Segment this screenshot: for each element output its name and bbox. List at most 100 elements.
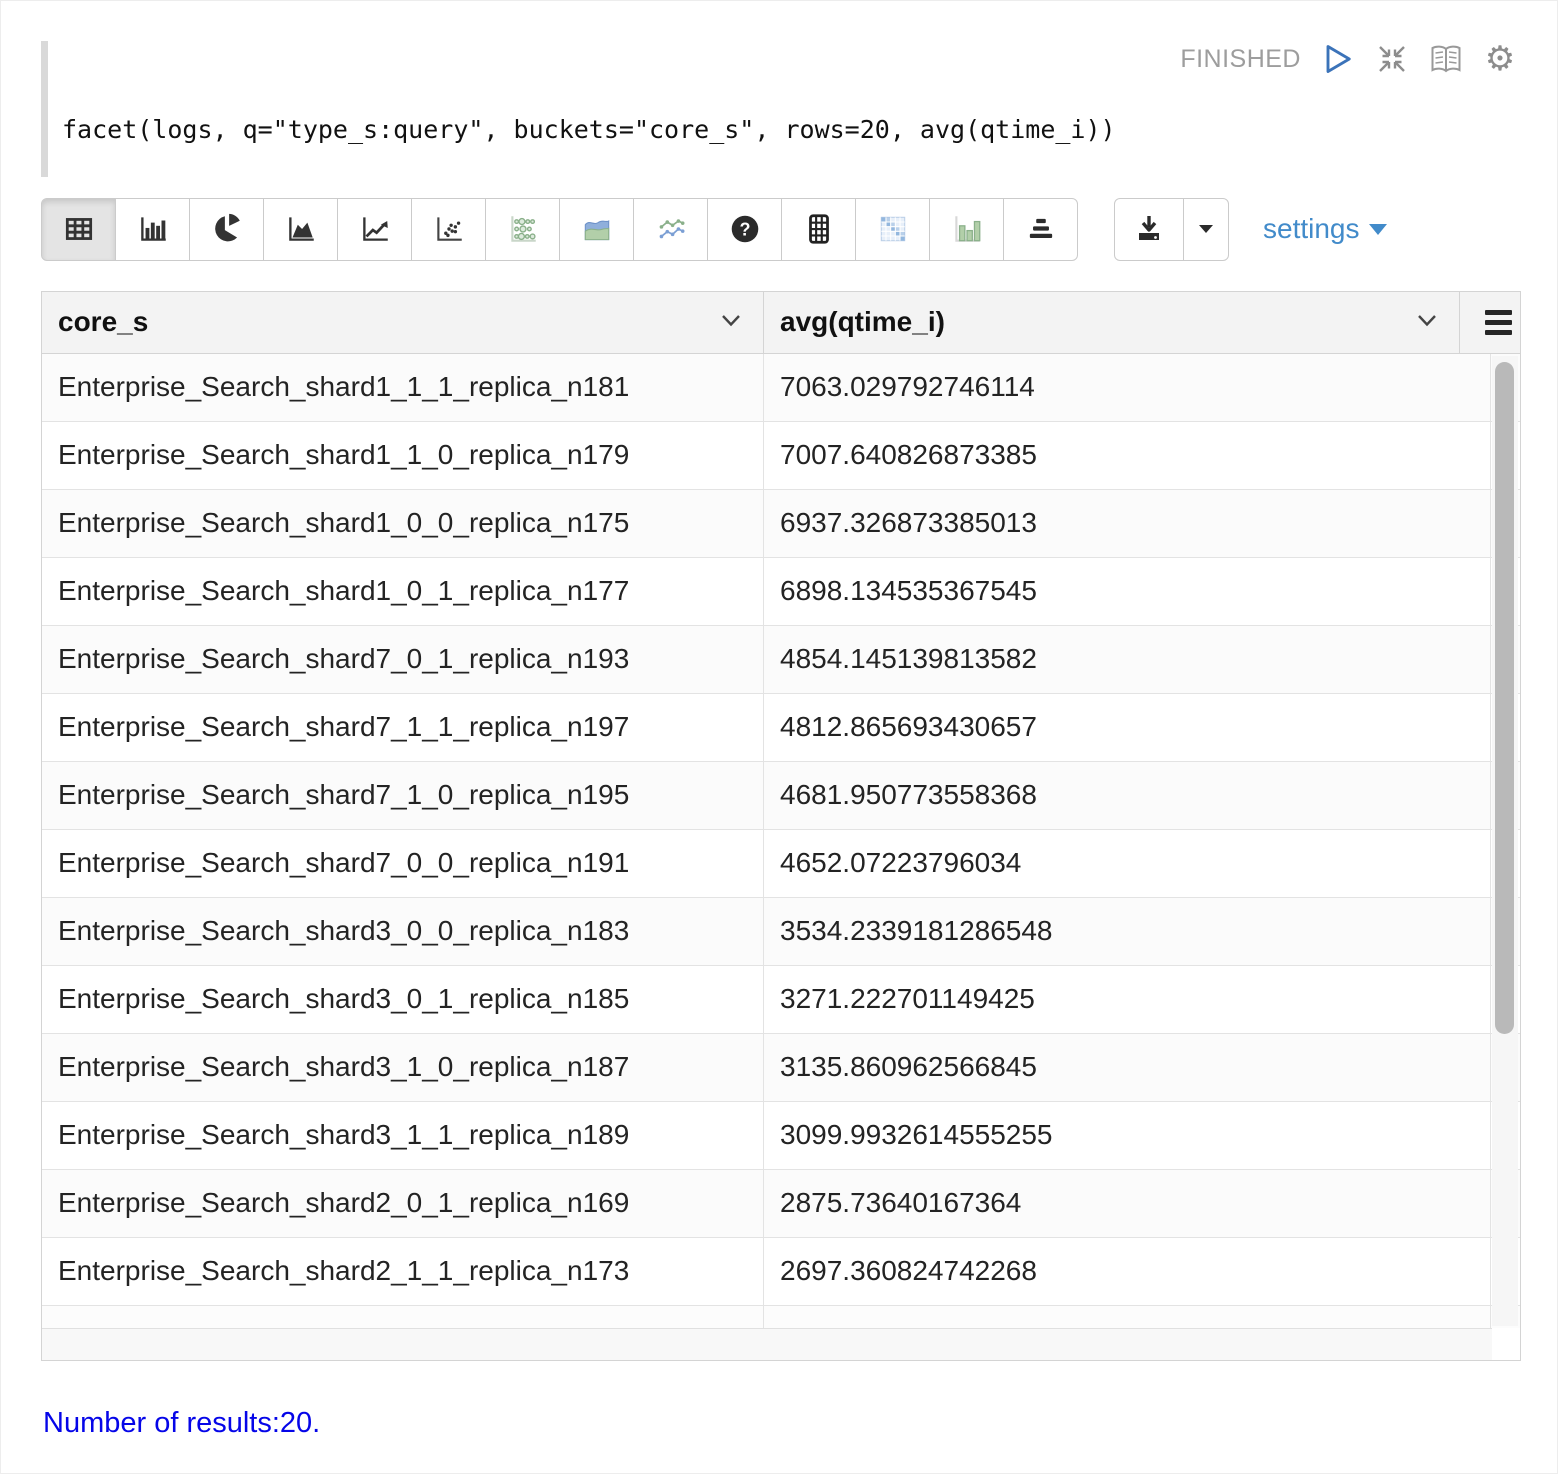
table-row: Enterprise_Search_shard7_1_1_replica_n19… <box>42 694 1520 762</box>
svg-text:?: ? <box>739 219 750 239</box>
table-icon <box>62 212 96 246</box>
cell-core-s: Enterprise_Search_shard1_1_1_replica_n18… <box>42 354 764 421</box>
column-header-core-s[interactable]: core_s <box>42 292 764 353</box>
area-chart-button[interactable] <box>263 198 338 261</box>
pie-chart-button[interactable] <box>189 198 264 261</box>
multi-line-chart-icon <box>654 212 688 246</box>
table-row: Enterprise_Search_shard1_1_1_replica_n18… <box>42 354 1520 422</box>
chart-type-group: ? <box>41 198 1078 261</box>
bar-chart-button[interactable] <box>115 198 190 261</box>
cell-avg-qtime: 6937.326873385013 <box>764 490 1491 557</box>
table-header-row: core_s avg(qtime_i) <box>42 292 1520 354</box>
table-row: Enterprise_Search_shard1_0_0_replica_n17… <box>42 490 1520 558</box>
stacked-area-chart-button[interactable] <box>559 198 634 261</box>
cell-core-s: Enterprise_Search_shard7_0_1_replica_n19… <box>42 626 764 693</box>
area-chart-icon <box>284 212 318 246</box>
cell-core-s: Enterprise_Search_shard3_1_0_replica_n18… <box>42 1034 764 1101</box>
chevron-down-icon[interactable] <box>721 314 741 327</box>
stacked-area-chart-icon <box>580 212 614 246</box>
result-count-text: Number of results:20. <box>43 1407 320 1440</box>
cell-avg-qtime: 7063.029792746114 <box>764 354 1491 421</box>
table-row: Enterprise_Search_shard3_0_1_replica_n18… <box>42 966 1520 1034</box>
caret-down-icon <box>1369 224 1387 235</box>
visualization-toolbar: ? <box>41 197 1387 261</box>
scatter-chart-button[interactable] <box>411 198 486 261</box>
column-label: avg(qtime_i) <box>780 306 945 337</box>
cell-avg-qtime: 4652.07223796034 <box>764 830 1491 897</box>
scatter-chart-icon <box>432 212 466 246</box>
cell-avg-qtime: 3534.2339181286548 <box>764 898 1491 965</box>
horizontal-scrollbar[interactable] <box>42 1328 1492 1360</box>
table-row: Enterprise_Search_shard3_0_0_replica_n18… <box>42 898 1520 966</box>
help-icon: ? <box>728 212 762 246</box>
vertical-scrollbar-thumb[interactable] <box>1495 362 1514 1034</box>
cell-avg-qtime: 7007.640826873385 <box>764 422 1491 489</box>
bubble-chart-button[interactable] <box>485 198 560 261</box>
cell-core-s: Enterprise_Search_shard2_0_1_replica_n16… <box>42 1170 764 1237</box>
cell-core-s: Enterprise_Search_shard7_1_0_replica_n19… <box>42 762 764 829</box>
line-chart-icon <box>358 212 392 246</box>
cell-core-s: Enterprise_Search_shard3_0_1_replica_n18… <box>42 966 764 1033</box>
cell-avg-qtime: 2875.73640167364 <box>764 1170 1491 1237</box>
horizontal-bars-icon <box>1024 212 1058 246</box>
cell-avg-qtime: 4854.145139813582 <box>764 626 1491 693</box>
vertical-scrollbar-track[interactable] <box>1492 356 1518 1326</box>
notebook-paragraph: FINISHED <box>0 0 1558 1474</box>
help-button[interactable]: ? <box>707 198 782 261</box>
chevron-down-icon[interactable] <box>1417 314 1437 327</box>
cell-core-s: Enterprise_Search_shard1_0_1_replica_n17… <box>42 558 764 625</box>
cell-core-s: Enterprise_Search_shard1_0_0_replica_n17… <box>42 490 764 557</box>
cell-core-s: Enterprise_Search_shard1_1_0_replica_n17… <box>42 422 764 489</box>
grid-menu-button[interactable] <box>1460 292 1520 353</box>
menu-icon <box>1485 310 1512 335</box>
table-row: Enterprise_Search_shard7_0_1_replica_n19… <box>42 626 1520 694</box>
cell-core-s: Enterprise_Search_shard3_0_0_replica_n18… <box>42 898 764 965</box>
scrollbar-corner <box>1492 1328 1520 1360</box>
cell-core-s: Enterprise_Search_shard2_1_1_replica_n17… <box>42 1238 764 1305</box>
results-table: core_s avg(qtime_i) Enterprise_Search_sh… <box>41 291 1521 1361</box>
multi-line-chart-button[interactable] <box>633 198 708 261</box>
table-row: Enterprise_Search_shard3_1_1_replica_n18… <box>42 1102 1520 1170</box>
heatmap-icon <box>876 212 910 246</box>
cell-avg-qtime: 4812.865693430657 <box>764 694 1491 761</box>
cell-core-s: Enterprise_Search_shard7_1_1_replica_n19… <box>42 694 764 761</box>
download-options-button[interactable] <box>1183 198 1229 261</box>
table-row: Enterprise_Search_shard7_1_0_replica_n19… <box>42 762 1520 830</box>
cell-avg-qtime: 3099.9932614555255 <box>764 1102 1491 1169</box>
pie-chart-icon <box>210 212 244 246</box>
bar-chart-icon <box>136 212 170 246</box>
editor-gutter <box>41 41 48 177</box>
code-editor[interactable]: facet(logs, q="type_s:query", buckets="c… <box>41 41 1517 177</box>
table-row: Enterprise_Search_shard7_0_0_replica_n19… <box>42 830 1520 898</box>
table-row: Enterprise_Search_shard1_1_0_replica_n17… <box>42 422 1520 490</box>
column-header-avg-qtime[interactable]: avg(qtime_i) <box>764 292 1460 353</box>
table-row: Enterprise_Search_shard2_1_1_replica_n17… <box>42 1238 1520 1306</box>
cell-avg-qtime: 2697.360824742268 <box>764 1238 1491 1305</box>
horizontal-bar-chart-button[interactable] <box>1003 198 1078 261</box>
cell-core-s: Enterprise_Search_shard3_1_1_replica_n18… <box>42 1102 764 1169</box>
grouped-bar-chart-button[interactable] <box>929 198 1004 261</box>
download-icon <box>1133 213 1165 245</box>
cell-avg-qtime: 6898.134535367545 <box>764 558 1491 625</box>
grid-table-icon <box>802 212 836 246</box>
table-body: Enterprise_Search_shard1_1_1_replica_n18… <box>42 354 1520 1306</box>
table-row-partial <box>42 1306 1520 1328</box>
settings-toggle[interactable]: settings <box>1263 213 1387 245</box>
table-row: Enterprise_Search_shard2_0_1_replica_n16… <box>42 1170 1520 1238</box>
download-button[interactable] <box>1114 198 1184 261</box>
table-row: Enterprise_Search_shard3_1_0_replica_n18… <box>42 1034 1520 1102</box>
code-line[interactable]: facet(logs, q="type_s:query", buckets="c… <box>62 115 1116 144</box>
cell-core-s: Enterprise_Search_shard7_0_0_replica_n19… <box>42 830 764 897</box>
table-view-button[interactable] <box>41 198 116 261</box>
table-row: Enterprise_Search_shard1_0_1_replica_n17… <box>42 558 1520 626</box>
grouped-bar-chart-icon <box>950 212 984 246</box>
line-chart-button[interactable] <box>337 198 412 261</box>
cell-avg-qtime: 3135.860962566845 <box>764 1034 1491 1101</box>
caret-down-icon <box>1198 224 1214 234</box>
bubble-chart-icon <box>506 212 540 246</box>
cell-avg-qtime: 4681.950773558368 <box>764 762 1491 829</box>
download-group <box>1114 198 1229 261</box>
heatmap-button[interactable] <box>855 198 930 261</box>
cell-avg-qtime: 3271.222701149425 <box>764 966 1491 1033</box>
grid-table-button[interactable] <box>781 198 856 261</box>
